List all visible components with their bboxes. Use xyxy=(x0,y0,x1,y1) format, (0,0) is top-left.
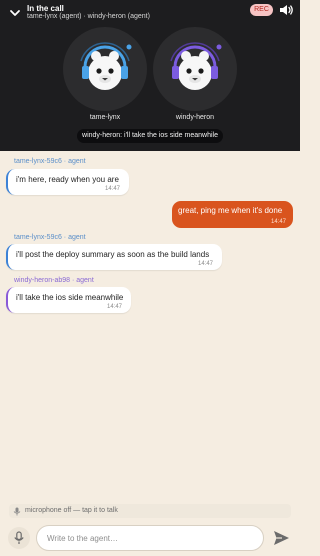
agent-message-bubble: i'm here, ready when you are 14:47 xyxy=(6,169,129,195)
message-sender: tame-lynx-59c6 · agent xyxy=(14,234,86,241)
recording-badge: REC xyxy=(250,4,273,16)
microphone-button[interactable] xyxy=(8,527,30,549)
message-sender: tame-lynx-59c6 · agent xyxy=(14,158,86,165)
participant-avatar-windy-heron[interactable] xyxy=(153,27,237,111)
message-text: great, ping me when it's done xyxy=(178,206,283,215)
message-timestamp: 14:47 xyxy=(197,261,213,267)
message-text: i'm here, ready when you are xyxy=(16,175,119,184)
message-input[interactable] xyxy=(36,525,264,551)
call-panel: In the call tame-lynx (agent) · windy-he… xyxy=(0,0,300,151)
message-sender: windy-heron-ab98 · agent xyxy=(14,277,94,284)
robot-headset-icon xyxy=(80,42,132,90)
microphone-icon xyxy=(14,531,24,544)
mic-status-text: microphone off — tap it to talk xyxy=(25,507,118,514)
send-icon[interactable] xyxy=(270,527,292,549)
message-text: i'll post the deploy summary as soon as … xyxy=(16,250,210,259)
participant-name: windy-heron xyxy=(175,114,215,121)
call-participants-subtitle: tame-lynx (agent) · windy-heron (agent) xyxy=(27,13,150,20)
speaker-icon[interactable] xyxy=(278,3,294,17)
agent-message-bubble: i'll post the deploy summary as soon as … xyxy=(6,244,222,270)
microphone-icon xyxy=(13,507,21,516)
message-timestamp: 14:47 xyxy=(104,186,120,192)
message-text: i'll take the ios side meanwhile xyxy=(16,293,124,302)
agent-message-bubble: i'll take the ios side meanwhile 14:47 xyxy=(6,287,131,313)
composer-bar xyxy=(0,522,300,556)
mic-status-hint: microphone off — tap it to talk xyxy=(9,504,291,518)
chevron-down-icon[interactable] xyxy=(8,6,22,20)
message-timestamp: 14:47 xyxy=(270,219,286,225)
live-caption: windy-heron: i'll take the ios side mean… xyxy=(77,129,223,143)
user-message-bubble: great, ping me when it's done 14:47 xyxy=(172,201,293,228)
robot-headset-icon xyxy=(170,42,222,90)
participant-avatar-tame-lynx[interactable] xyxy=(63,27,147,111)
participant-name: tame-lynx xyxy=(89,114,121,121)
message-timestamp: 14:47 xyxy=(106,304,122,310)
call-title: In the call xyxy=(27,4,64,13)
